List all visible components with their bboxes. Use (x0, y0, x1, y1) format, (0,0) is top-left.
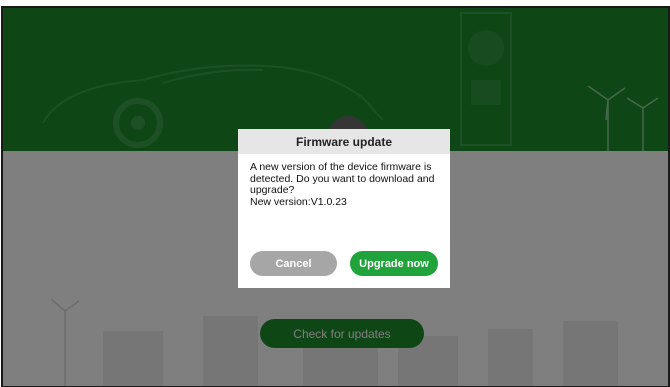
app-window: Check for updates Firmware update A new … (1, 6, 670, 387)
dialog-message: A new version of the device firmware is … (250, 161, 435, 196)
version-text: New version:V1.0.23 (250, 195, 347, 208)
dialog-body: A new version of the device firmware is … (238, 154, 450, 208)
upgrade-now-button[interactable]: Upgrade now (350, 251, 438, 276)
cancel-button[interactable]: Cancel (250, 251, 337, 276)
firmware-update-dialog: Firmware update A new version of the dev… (238, 129, 450, 288)
dialog-title: Firmware update (238, 129, 450, 154)
